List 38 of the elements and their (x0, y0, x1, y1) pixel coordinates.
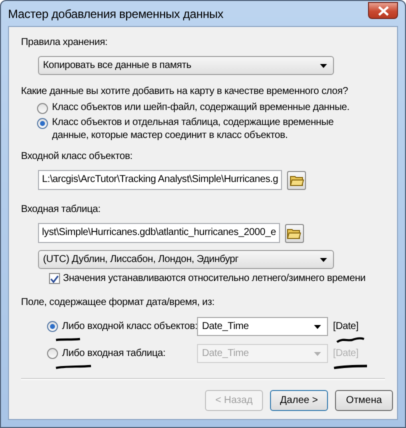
section-label: Входная таблица: (21, 203, 102, 217)
browse-button[interactable] (287, 170, 306, 190)
folder-icon (290, 174, 304, 186)
close-icon (378, 6, 388, 16)
caret-icon (314, 324, 321, 328)
radio-button[interactable] (37, 118, 48, 129)
section-label: Поле, содержащее формат дата/время, из: (21, 296, 216, 310)
question-label: Какие данные вы хотите добавить на карту в качестве временного слоя? (21, 85, 349, 99)
radio-button[interactable] (37, 103, 48, 114)
window-title: Мастер добавления временных данных (8, 6, 224, 20)
dropdown[interactable]: Копировать все данные в память (38, 56, 334, 75)
radio-label: Либо входная таблица: (62, 347, 166, 360)
radio-button[interactable] (47, 321, 58, 332)
section-label: Правила хранения: (21, 36, 108, 50)
field-type-label: [Date] (333, 348, 360, 359)
browse-button[interactable] (284, 224, 304, 242)
scribble-mark (333, 364, 369, 370)
radio-label: Класс объектов и отдельная таблица, содержащие временные данные, которые мастер соединит в класс объектов. (52, 116, 335, 142)
dropdown[interactable]: (UTC) Дублин, Лиссабон, Лондон, Эдинбург (38, 250, 334, 269)
radio-label: Класс объектов или шейп-файл, содержащий временные данные. (52, 101, 350, 114)
radio-button[interactable] (47, 348, 58, 359)
wizard-button[interactable]: Далее > (270, 390, 328, 411)
path-field[interactable]: lyst\Simple\Hurricanes.gdb\atlantic_hurricanes_2000_e (38, 223, 280, 243)
close-button[interactable] (368, 2, 398, 19)
section-label: Входной класс объектов: (21, 150, 134, 164)
checkbox-label: Значения устанавливаются относительно летнего/зимнего времени (63, 273, 366, 284)
path-field[interactable]: L:\arcgis\ArcTutor\Tracking Analyst\Simple\Hurricanes.g (38, 170, 282, 190)
radio-label: Либо входной класс объектов: (62, 320, 198, 333)
checkbox[interactable] (49, 273, 60, 284)
folder-icon (287, 227, 302, 239)
checkmark-icon (50, 274, 59, 282)
scribble-mark (55, 364, 93, 370)
dropdown[interactable]: Date_Time (197, 317, 328, 336)
caret-icon (320, 64, 327, 68)
caret-icon (320, 258, 327, 262)
wizard-button[interactable]: Отмена (335, 390, 393, 411)
caret-icon (314, 352, 321, 356)
field-type-label: [Date] (333, 321, 360, 332)
